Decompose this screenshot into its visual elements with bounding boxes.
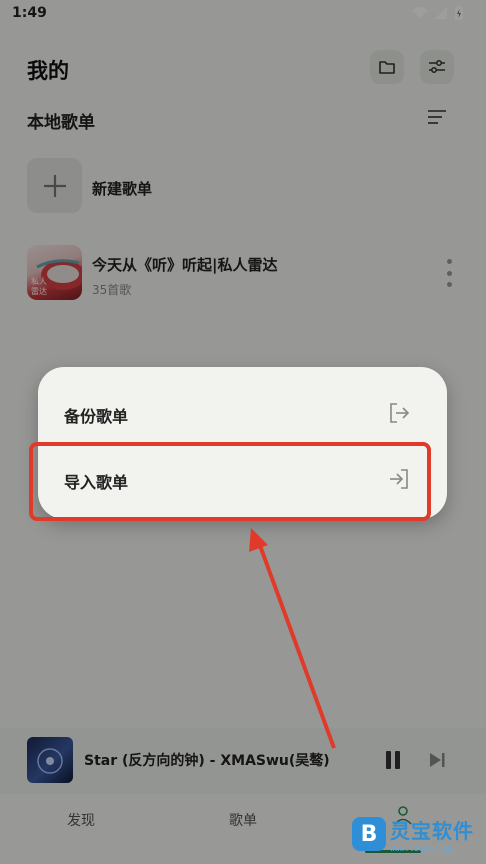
export-icon	[390, 403, 410, 423]
backup-playlist-item[interactable]: 备份歌单	[38, 385, 447, 443]
watermark-url: www.lbwbw.com	[390, 844, 453, 853]
watermark-logo: B	[352, 817, 386, 851]
backup-playlist-label: 备份歌单	[64, 407, 129, 426]
watermark: B 灵宝软件 www.lbwbw.com	[352, 812, 480, 856]
highlight-box	[29, 442, 431, 521]
watermark-name: 灵宝软件	[390, 819, 474, 843]
